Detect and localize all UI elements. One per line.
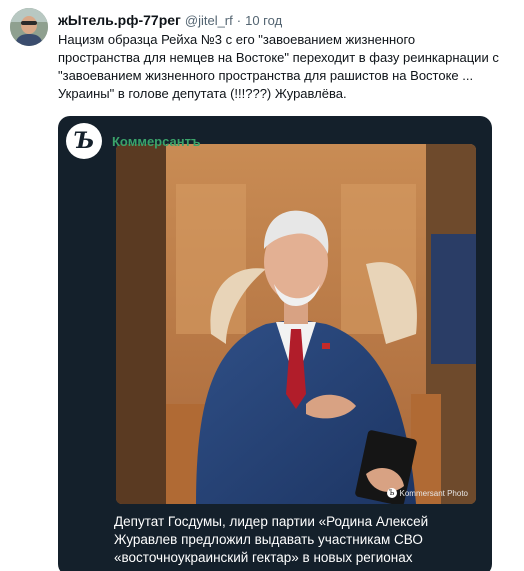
tweet-text-line: пространства для немцев на Востоке" пере…: [58, 50, 499, 65]
caption-line: Журавлев предложил выдавать участникам С…: [114, 532, 423, 547]
tweet-text: Нацизм образца Рейха №3 с его "завоевани…: [58, 31, 520, 103]
author-handle[interactable]: @jitel_rf: [185, 12, 233, 30]
caption-line: Депутат Госдумы, лидер партии «Родина Ал…: [114, 514, 429, 529]
media-photo[interactable]: Ъ Kommersant Photo: [116, 144, 476, 504]
photo-credit: Ъ Kommersant Photo: [386, 488, 468, 498]
tweet-header: жЫтель.рф-77рег @jitel_rf · 10 год: [58, 11, 282, 29]
media-card[interactable]: Ъ Kommersant Photo Ъ Коммерсантъ Депутат…: [58, 116, 492, 571]
tweet-text-line: "завоеванием жизненного пространства для…: [58, 68, 474, 83]
card-source[interactable]: Ъ Коммерсантъ: [66, 122, 200, 160]
photo-credit-text: Kommersant Photo: [399, 488, 468, 498]
kommersant-logo-icon: Ъ: [386, 488, 397, 498]
avatar[interactable]: [10, 8, 48, 46]
card-caption[interactable]: Депутат Госдумы, лидер партии «Родина Ал…: [114, 513, 486, 567]
tweet[interactable]: жЫтель.рф-77рег @jitel_rf · 10 год Нациз…: [0, 0, 524, 571]
author-display-name[interactable]: жЫтель.рф-77рег: [58, 11, 181, 29]
tweet-time[interactable]: 10 год: [245, 12, 282, 30]
tweet-text-line: Украины" в голове депутата (!!!???) Жура…: [58, 86, 347, 101]
kommersant-logo: Ъ: [66, 123, 102, 159]
caption-line: «восточноукраинский гектар» в новых реги…: [114, 550, 413, 565]
separator-dot: ·: [236, 13, 242, 28]
tweet-text-line: Нацизм образца Рейха №3 с его "завоевани…: [58, 32, 416, 47]
source-name[interactable]: Коммерсантъ: [112, 134, 200, 149]
